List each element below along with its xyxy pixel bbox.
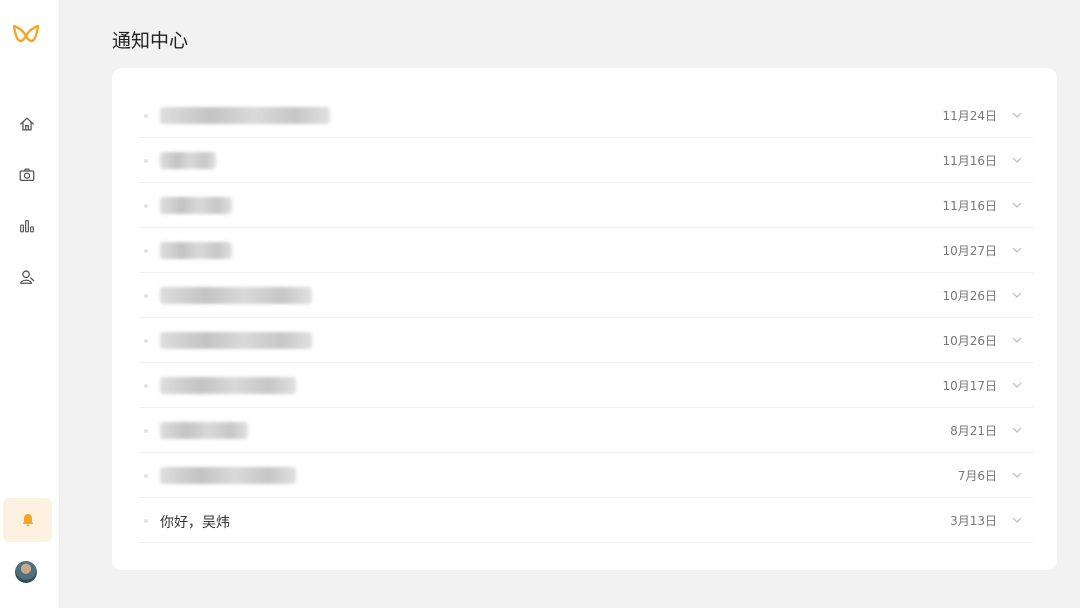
notification-row[interactable]: 8月21日 <box>140 408 1033 453</box>
unread-dot <box>144 429 148 433</box>
notification-row[interactable]: 11月16日 <box>140 183 1033 228</box>
nav-home[interactable] <box>16 113 38 135</box>
unread-dot <box>144 474 148 478</box>
notification-title-obscured <box>160 242 232 259</box>
notification-date: 11月16日 <box>942 199 997 213</box>
chevron-down-icon[interactable] <box>1011 469 1023 481</box>
notification-date: 10月17日 <box>942 379 997 393</box>
notification-row[interactable]: 11月24日 <box>140 93 1033 138</box>
nav-notifications[interactable] <box>3 498 52 542</box>
notification-date: 8月21日 <box>950 424 997 438</box>
notification-row[interactable]: 10月17日 <box>140 363 1033 408</box>
chevron-down-icon[interactable] <box>1011 244 1023 256</box>
notification-title-obscured <box>160 332 312 349</box>
notification-row[interactable]: 10月26日 <box>140 273 1033 318</box>
page-title: 通知中心 <box>112 30 189 52</box>
bar-chart-icon <box>20 220 34 233</box>
notification-list: 11月24日 11月16日 11月16日 10月27日 10月26日 10月26… <box>140 93 1033 543</box>
notification-date: 3月13日 <box>950 514 997 528</box>
notification-row[interactable]: 你好，吴炜 3月13日 <box>140 498 1033 543</box>
notification-date: 10月27日 <box>942 244 997 258</box>
notification-date: 10月26日 <box>942 289 997 303</box>
notification-title-obscured <box>160 197 232 214</box>
chevron-down-icon[interactable] <box>1011 199 1023 211</box>
user-avatar[interactable] <box>15 561 37 583</box>
unread-dot <box>144 339 148 343</box>
chevron-down-icon[interactable] <box>1011 379 1023 391</box>
unread-dot <box>144 384 148 388</box>
unread-dot <box>144 249 148 253</box>
chevron-down-icon[interactable] <box>1011 154 1023 166</box>
notification-title-obscured <box>160 467 296 484</box>
home-icon <box>20 117 34 131</box>
camera-icon <box>19 168 35 182</box>
notification-title-obscured <box>160 287 312 304</box>
chevron-down-icon[interactable] <box>1011 289 1023 301</box>
notification-title-obscured <box>160 152 216 169</box>
notification-date: 11月24日 <box>942 109 997 123</box>
notification-row[interactable]: 10月27日 <box>140 228 1033 273</box>
notification-row[interactable]: 7月6日 <box>140 453 1033 498</box>
user-icon <box>20 270 35 284</box>
bell-icon <box>22 514 33 527</box>
chevron-down-icon[interactable] <box>1011 334 1023 346</box>
app-logo[interactable] <box>10 20 42 52</box>
notification-row[interactable]: 10月26日 <box>140 318 1033 363</box>
notification-date: 11月16日 <box>942 154 997 168</box>
nav-stats[interactable] <box>16 215 38 237</box>
notification-title: 你好，吴炜 <box>160 515 230 531</box>
chevron-down-icon[interactable] <box>1011 109 1023 121</box>
notification-date: 10月26日 <box>942 334 997 348</box>
chevron-down-icon[interactable] <box>1011 514 1023 526</box>
unread-dot <box>144 294 148 298</box>
notification-title-obscured <box>160 422 248 439</box>
notification-date: 7月6日 <box>957 469 997 483</box>
notification-card: 11月24日 11月16日 11月16日 10月27日 10月26日 10月26… <box>112 68 1057 570</box>
unread-dot <box>144 519 148 523</box>
unread-dot <box>144 204 148 208</box>
nav-profile[interactable] <box>16 266 38 288</box>
unread-dot <box>144 114 148 118</box>
chevron-down-icon[interactable] <box>1011 424 1023 436</box>
notification-row[interactable]: 11月16日 <box>140 138 1033 183</box>
unread-dot <box>144 159 148 163</box>
sidebar <box>0 0 60 608</box>
notification-title-obscured <box>160 107 330 124</box>
notification-title-obscured <box>160 377 296 394</box>
nav-camera[interactable] <box>16 164 38 186</box>
